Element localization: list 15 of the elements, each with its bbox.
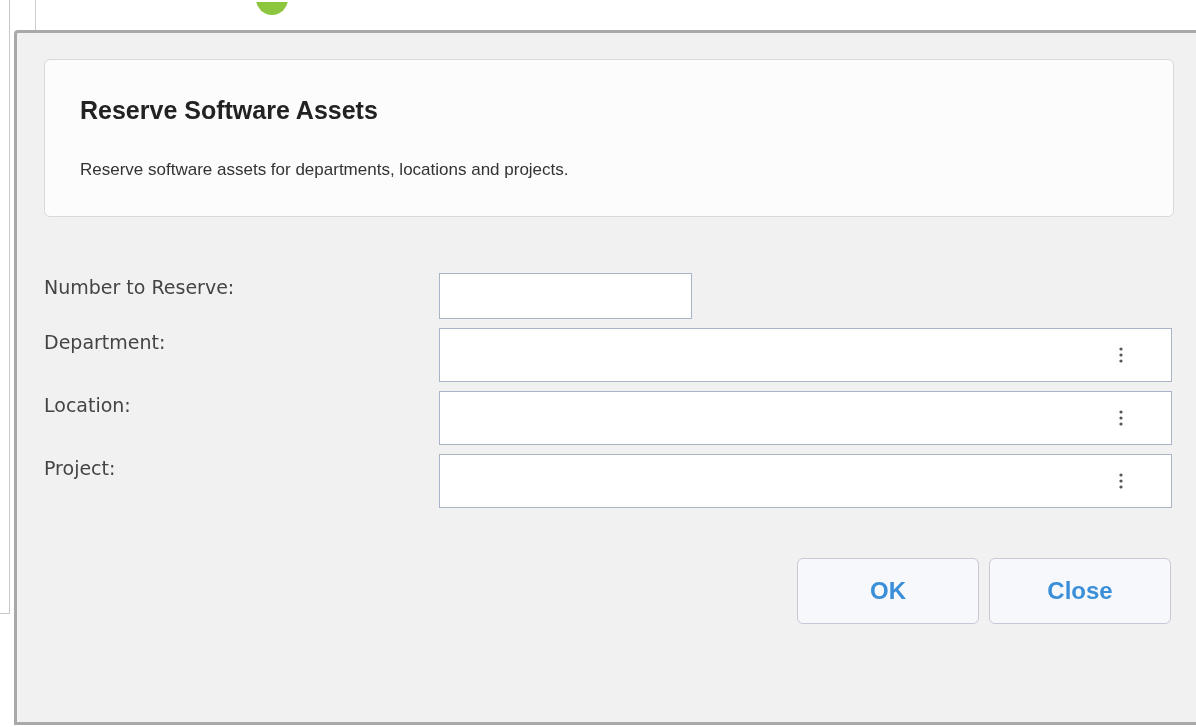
dialog-title: Reserve Software Assets xyxy=(80,96,379,125)
field-label: Project: xyxy=(44,457,117,479)
lookup-field[interactable] xyxy=(439,328,1172,382)
field-label: Department: xyxy=(44,331,167,353)
more-icon[interactable] xyxy=(1119,410,1123,426)
field-label: Location: xyxy=(44,394,132,416)
field-label: Number to Reserve: xyxy=(44,276,236,298)
lookup-field[interactable] xyxy=(439,454,1172,508)
dialog-button[interactable]: Close xyxy=(989,558,1171,624)
more-icon[interactable] xyxy=(1119,473,1123,489)
input-field[interactable] xyxy=(439,273,692,319)
lookup-field[interactable] xyxy=(439,391,1172,445)
dialog-description: Reserve software assets for departments, locations and projects. xyxy=(80,160,570,180)
more-icon[interactable] xyxy=(1119,347,1123,363)
dialog-button[interactable]: OK xyxy=(797,558,979,624)
